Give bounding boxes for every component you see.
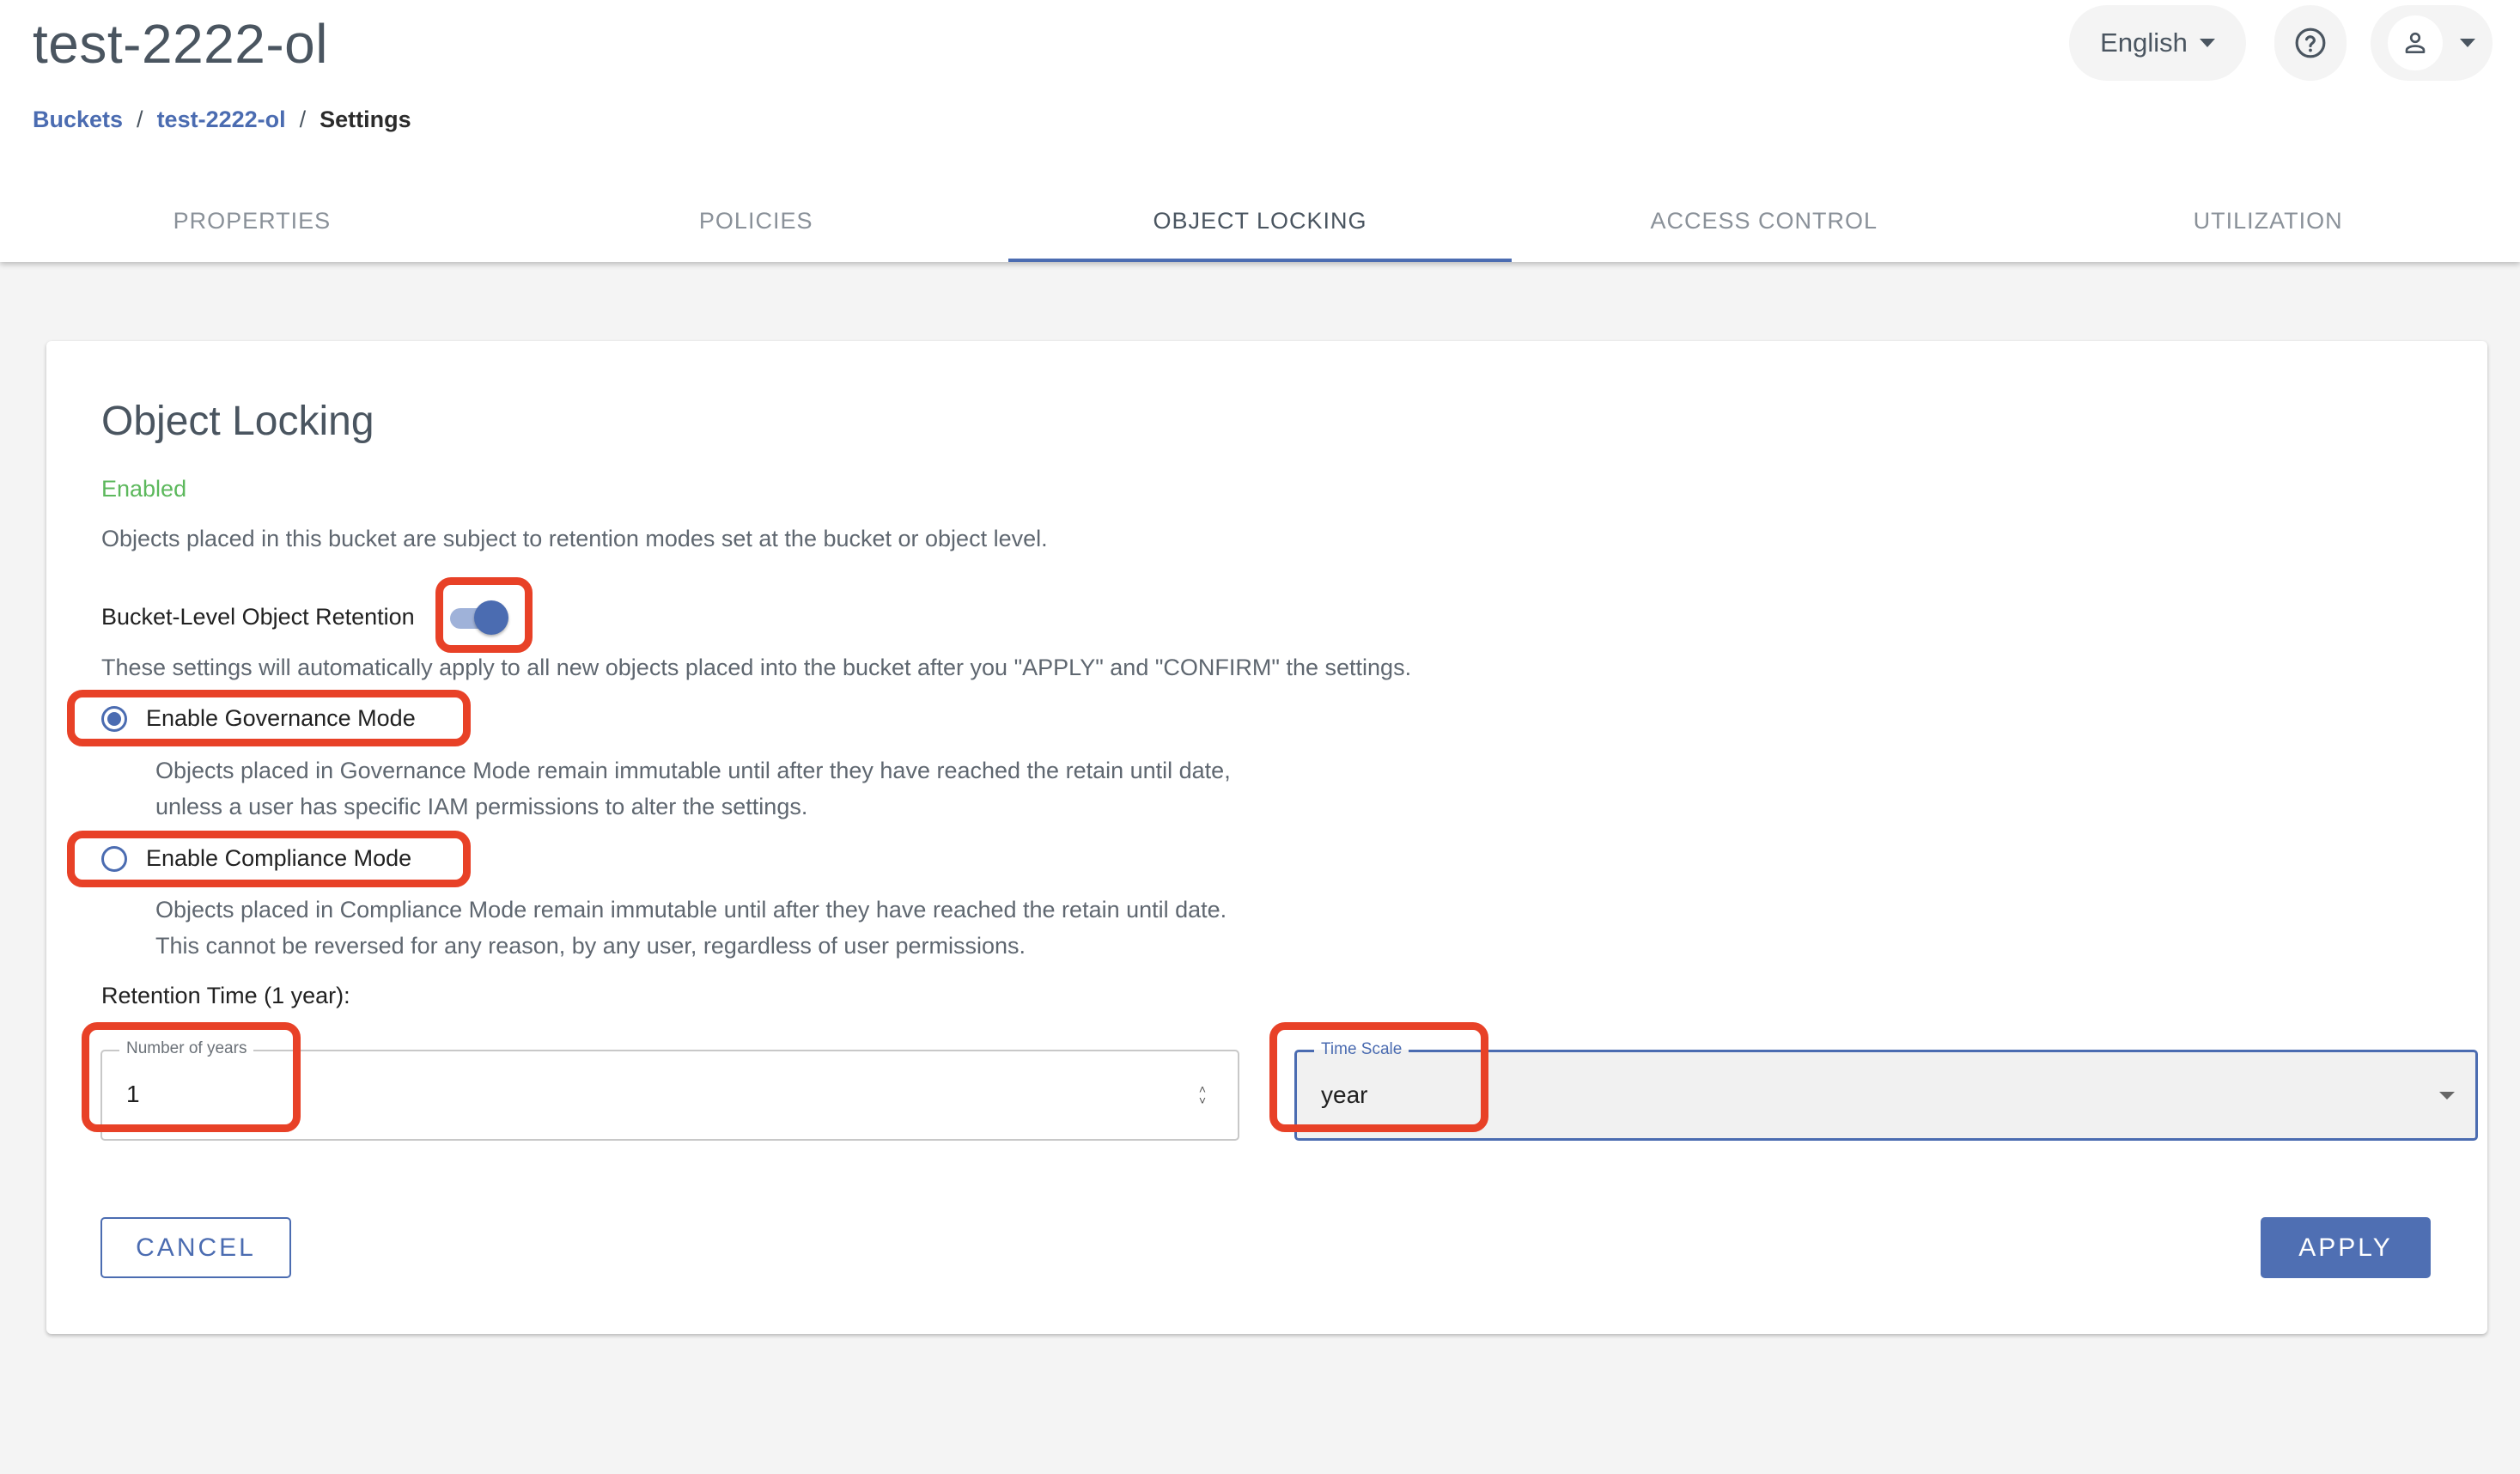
compliance-mode-radio[interactable]: Enable Compliance Mode — [101, 845, 411, 872]
person-icon — [2405, 32, 2426, 53]
number-of-years-label: Number of years — [119, 1039, 254, 1058]
status-badge: Enabled — [101, 476, 187, 502]
time-scale-select[interactable]: Time Scale year — [1294, 1040, 2478, 1141]
top-bar: test-2222-ol Buckets / test-2222-ol / Se… — [0, 0, 2520, 262]
card-title: Object Locking — [101, 399, 374, 444]
tab-access-control[interactable]: ACCESS CONTROL — [1512, 180, 2016, 262]
number-of-years-input[interactable]: Number of years 1 ˄ ˅ — [100, 1039, 1239, 1141]
time-scale-value: year — [1321, 1081, 1368, 1108]
compliance-mode-label: Enable Compliance Mode — [146, 845, 412, 871]
breadcrumb: Buckets / test-2222-ol / Settings — [33, 107, 411, 133]
cancel-button[interactable]: CANCEL — [100, 1217, 291, 1278]
tab-policies[interactable]: POLICIES — [504, 180, 1008, 262]
governance-mode-radio[interactable]: Enable Governance Mode — [101, 705, 416, 732]
time-scale-label: Time Scale — [1314, 1040, 1409, 1059]
breadcrumb-separator: / — [299, 107, 307, 132]
language-label: English — [2100, 27, 2188, 58]
number-stepper-icon[interactable]: ˄ ˅ — [1196, 1082, 1208, 1108]
tab-properties[interactable]: PROPERTIES — [0, 180, 504, 262]
language-selector[interactable]: English — [2069, 5, 2246, 81]
compliance-desc-line: Objects placed in Compliance Mode remain… — [155, 897, 1227, 923]
radio-unchecked-icon — [101, 845, 127, 872]
breadcrumb-buckets[interactable]: Buckets — [33, 107, 123, 133]
apply-button[interactable]: APPLY — [2261, 1217, 2431, 1278]
governance-desc-line: Objects placed in Governance Mode remain… — [155, 758, 1231, 783]
page-title: test-2222-ol — [33, 13, 328, 75]
breadcrumb-bucket[interactable]: test-2222-ol — [157, 107, 286, 133]
object-locking-card: Object Locking Enabled Objects placed in… — [46, 341, 2487, 1334]
chevron-down-icon — [2460, 39, 2475, 47]
user-menu-button[interactable] — [2371, 5, 2493, 81]
radio-checked-icon — [101, 705, 127, 732]
breadcrumb-separator: / — [137, 107, 143, 132]
help-circle-icon — [2295, 27, 2326, 58]
tab-utilization[interactable]: UTILIZATION — [2016, 180, 2520, 262]
governance-mode-label: Enable Governance Mode — [146, 705, 416, 731]
chevron-down-icon — [2439, 1092, 2455, 1099]
bucket-retention-toggle[interactable] — [445, 599, 512, 636]
tab-object-locking[interactable]: OBJECT LOCKING — [1007, 180, 1513, 262]
retention-time-label: Retention Time (1 year): — [101, 983, 350, 1008]
compliance-desc-line: This cannot be reversed for any reason, … — [155, 933, 1026, 959]
settings-note: These settings will automatically apply … — [101, 655, 1412, 680]
retention-toggle-label: Bucket-Level Object Retention — [101, 604, 415, 630]
chevron-down-icon — [2199, 39, 2215, 47]
tab-bar: PROPERTIES POLICIES OBJECT LOCKING ACCES… — [0, 180, 2520, 262]
toggle-thumb — [474, 600, 508, 635]
card-description: Objects placed in this bucket are subjec… — [101, 526, 1048, 551]
number-of-years-value: 1 — [126, 1081, 140, 1107]
avatar — [2388, 15, 2443, 70]
governance-desc-line: unless a user has specific IAM permissio… — [155, 794, 808, 819]
breadcrumb-current: Settings — [320, 107, 411, 132]
help-button[interactable] — [2274, 5, 2347, 81]
